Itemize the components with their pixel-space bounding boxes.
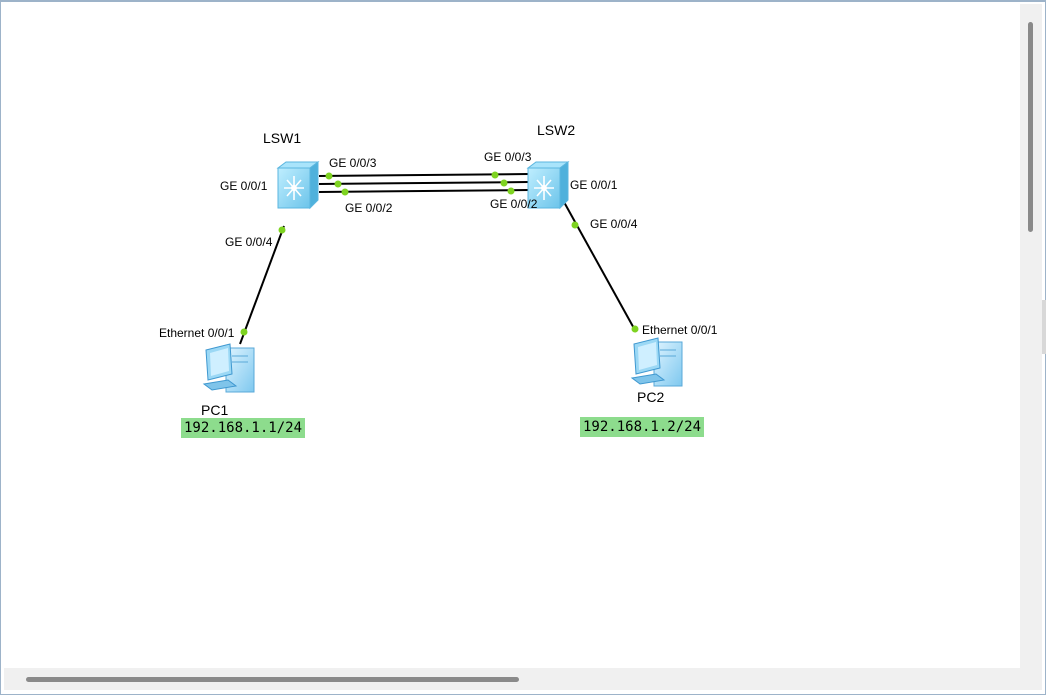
port-dot (325, 172, 333, 180)
port-label: GE 0/0/3 (484, 150, 532, 164)
port-dot (571, 221, 579, 229)
port-label: Ethernet 0/0/1 (159, 326, 235, 340)
topology-canvas[interactable]: LSW1 LSW2 PC1 PC2 GE 0/0/3 GE 0/0/1 GE 0… (4, 4, 1020, 668)
horizontal-scroll-thumb[interactable] (26, 677, 519, 682)
port-label: GE 0/0/1 (220, 179, 268, 193)
port-label: GE 0/0/4 (225, 235, 273, 249)
desktop-pc-icon[interactable] (630, 337, 683, 387)
port-dot (500, 179, 508, 187)
ip-label-pc2: 192.168.1.2/24 (580, 417, 705, 437)
port-label: GE 0/0/2 (345, 201, 393, 215)
device-name-pc2: PC2 (637, 389, 664, 405)
port-dot (491, 171, 499, 179)
port-dot (631, 325, 639, 333)
port-label: GE 0/0/4 (590, 217, 638, 231)
device-name-lsw2: LSW2 (537, 122, 575, 138)
layer3-switch-icon[interactable] (276, 161, 320, 210)
vertical-scrollbar[interactable] (1020, 4, 1042, 668)
link-lsw1-lsw2-ge2[interactable] (318, 189, 530, 193)
port-dot (240, 328, 248, 336)
scrollbar-corner (1020, 668, 1042, 690)
port-dot (334, 180, 342, 188)
device-name-lsw1: LSW1 (263, 130, 301, 146)
port-dot (341, 188, 349, 196)
horizontal-scrollbar[interactable] (4, 668, 1020, 690)
link-lsw1-lsw2-ge1[interactable] (318, 181, 530, 185)
ip-label-pc1: 192.168.1.1/24 (181, 418, 306, 438)
port-label: GE 0/0/1 (570, 178, 618, 192)
port-label: Ethernet 0/0/1 (642, 323, 718, 337)
desktop-pc-icon[interactable] (202, 343, 255, 393)
port-label: GE 0/0/2 (490, 197, 538, 211)
topology-diagram: LSW1 LSW2 PC1 PC2 GE 0/0/3 GE 0/0/1 GE 0… (159, 122, 718, 418)
port-label: GE 0/0/3 (329, 156, 377, 170)
port-dot (278, 226, 286, 234)
vertical-scroll-thumb[interactable] (1028, 22, 1033, 232)
panel-splitter-handle[interactable] (1042, 300, 1046, 354)
device-name-pc1: PC1 (201, 402, 228, 418)
port-dot (507, 187, 515, 195)
